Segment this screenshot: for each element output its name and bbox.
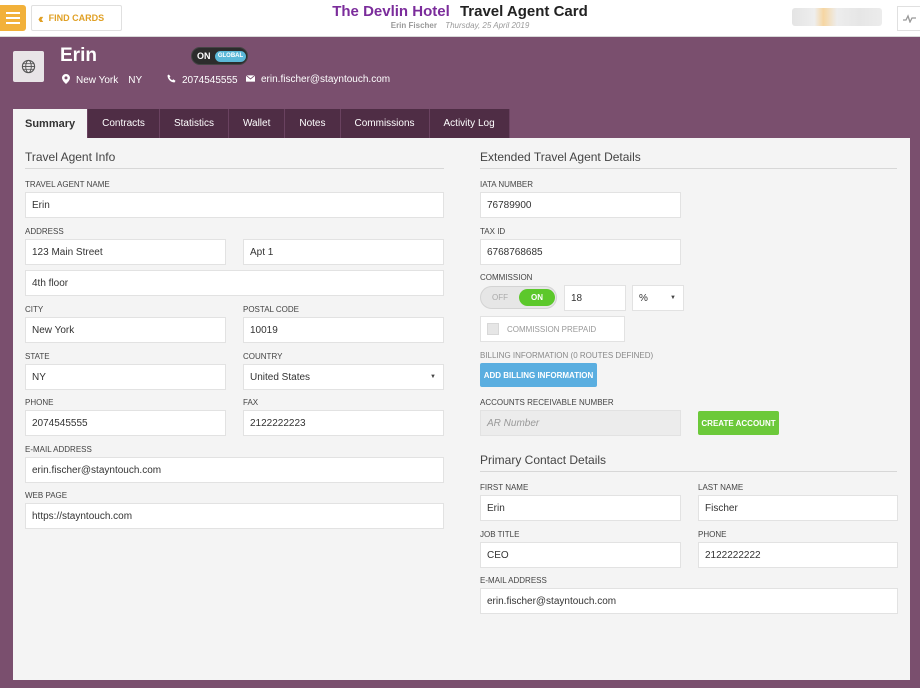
find-cards-button[interactable]: ‹‹ FIND CARDS bbox=[31, 5, 122, 31]
add-billing-info-button[interactable]: ADD BILLING INFORMATION bbox=[480, 363, 597, 387]
user-profile-area[interactable] bbox=[792, 8, 882, 26]
tab-commissions[interactable]: Commissions bbox=[340, 109, 430, 138]
top-bar: ‹‹ FIND CARDS The Devlin Hotel Travel Ag… bbox=[0, 0, 920, 37]
tab-contracts[interactable]: Contracts bbox=[88, 109, 160, 138]
commission-toggle[interactable]: OFF ON bbox=[480, 286, 557, 309]
hotel-name: The Devlin Hotel bbox=[332, 3, 450, 20]
tab-notes[interactable]: Notes bbox=[285, 109, 341, 138]
address-line1-input[interactable]: 123 Main Street bbox=[25, 239, 226, 265]
header-phone: 2074545555 bbox=[167, 74, 238, 86]
ar-number-input[interactable]: AR Number bbox=[480, 410, 681, 436]
phone-input[interactable]: 2074545555 bbox=[25, 410, 226, 436]
last-name-label: LAST NAME bbox=[698, 483, 744, 492]
city-label: CITY bbox=[25, 305, 44, 314]
toggle-global-label: GLOBAL bbox=[215, 51, 246, 62]
user-name: Erin Fischer bbox=[390, 21, 437, 30]
caret-down-icon: ▼ bbox=[430, 374, 436, 380]
state-label: STATE bbox=[25, 352, 50, 361]
header-city: New York bbox=[76, 75, 119, 86]
tax-id-input[interactable]: 6768768685 bbox=[480, 239, 681, 265]
fax-label: FAX bbox=[243, 398, 259, 407]
commission-unit-value: % bbox=[639, 292, 648, 304]
header-location: New York NY bbox=[62, 74, 142, 87]
find-cards-label: FIND CARDS bbox=[48, 13, 105, 23]
primary-contact-title: Primary Contact Details bbox=[480, 453, 897, 472]
first-name-input[interactable]: Erin bbox=[480, 495, 681, 521]
globe-icon bbox=[13, 51, 44, 82]
checkbox-icon bbox=[487, 323, 499, 335]
phone-icon bbox=[167, 74, 176, 86]
tab-wallet[interactable]: Wallet bbox=[228, 109, 286, 138]
address-line2-input[interactable]: Apt 1 bbox=[243, 239, 444, 265]
job-title-input[interactable]: CEO bbox=[480, 542, 681, 568]
location-pin-icon bbox=[62, 74, 70, 87]
commission-unit-select[interactable]: % ▼ bbox=[632, 285, 684, 311]
billing-info-label: BILLING INFORMATION (0 ROUTES DEFINED) bbox=[480, 351, 654, 360]
iata-label: IATA NUMBER bbox=[480, 180, 534, 189]
commission-on-label: ON bbox=[519, 289, 555, 306]
header-email-address: erin.fischer@stayntouch.com bbox=[261, 74, 391, 85]
header-state: NY bbox=[128, 75, 143, 86]
email-label: E-MAIL ADDRESS bbox=[25, 445, 92, 454]
web-page-label: WEB PAGE bbox=[25, 491, 68, 500]
ar-number-label: ACCOUNTS RECEIVABLE NUMBER bbox=[480, 398, 614, 407]
global-toggle[interactable]: ON GLOBAL bbox=[191, 47, 248, 65]
tab-summary[interactable]: Summary bbox=[13, 109, 89, 138]
postal-code-label: POSTAL CODE bbox=[243, 305, 300, 314]
contact-email-input[interactable]: erin.fischer@stayntouch.com bbox=[480, 588, 898, 614]
toggle-on-label: ON bbox=[197, 51, 211, 61]
web-page-input[interactable]: https://stayntouch.com bbox=[25, 503, 444, 529]
address-label: ADDRESS bbox=[25, 227, 64, 236]
travel-agent-name-label: TRAVEL AGENT NAME bbox=[25, 180, 110, 189]
phone-label: PHONE bbox=[25, 398, 54, 407]
commission-label: COMMISSION bbox=[480, 273, 533, 282]
commission-value-input[interactable]: 18 bbox=[564, 285, 626, 311]
summary-panel: Travel Agent Info TRAVEL AGENT NAME Erin… bbox=[13, 138, 910, 680]
contact-email-label: E-MAIL ADDRESS bbox=[480, 576, 547, 585]
card-title: Travel Agent Card bbox=[459, 3, 588, 20]
country-value: United States bbox=[250, 371, 311, 383]
commission-off-label: OFF bbox=[492, 293, 508, 302]
business-date: Thursday, 25 April 2019 bbox=[445, 21, 530, 30]
commission-prepaid-label: COMMISSION PREPAID bbox=[507, 324, 597, 334]
fax-input[interactable]: 2122222223 bbox=[243, 410, 444, 436]
agent-name: Erin bbox=[60, 45, 97, 66]
iata-input[interactable]: 76789900 bbox=[480, 192, 681, 218]
email-input[interactable]: erin.fischer@stayntouch.com bbox=[25, 457, 444, 483]
create-account-button[interactable]: CREATE ACCOUNT bbox=[698, 411, 779, 435]
commission-prepaid-checkbox[interactable]: COMMISSION PREPAID bbox=[480, 316, 625, 342]
tab-statistics[interactable]: Statistics bbox=[159, 109, 229, 138]
header-email: erin.fischer@stayntouch.com bbox=[245, 74, 391, 85]
envelope-icon bbox=[245, 74, 256, 85]
hamburger-icon bbox=[6, 12, 20, 14]
page-title: The Devlin Hotel Travel Agent Card Erin … bbox=[300, 3, 620, 30]
contact-phone-input[interactable]: 2122222222 bbox=[698, 542, 898, 568]
state-input[interactable]: NY bbox=[25, 364, 226, 390]
tax-id-label: TAX ID bbox=[480, 227, 506, 236]
extended-details-title: Extended Travel Agent Details bbox=[480, 150, 897, 169]
country-select[interactable]: United States ▼ bbox=[243, 364, 444, 390]
city-input[interactable]: New York bbox=[25, 317, 226, 343]
address-line3-input[interactable]: 4th floor bbox=[25, 270, 444, 296]
tab-bar: Summary Contracts Statistics Wallet Note… bbox=[13, 109, 510, 138]
contact-phone-label: PHONE bbox=[698, 530, 727, 539]
first-name-label: FIRST NAME bbox=[480, 483, 529, 492]
caret-down-icon: ▼ bbox=[670, 295, 676, 301]
double-chevron-left-icon: ‹‹ bbox=[38, 10, 43, 26]
tab-activity-log[interactable]: Activity Log bbox=[429, 109, 510, 138]
last-name-input[interactable]: Fischer bbox=[698, 495, 898, 521]
country-label: COUNTRY bbox=[243, 352, 283, 361]
travel-agent-info-title: Travel Agent Info bbox=[25, 150, 444, 169]
header-phone-number: 2074545555 bbox=[182, 74, 238, 86]
activity-button[interactable] bbox=[897, 6, 920, 31]
postal-code-input[interactable]: 10019 bbox=[243, 317, 444, 343]
pulse-icon bbox=[902, 14, 916, 23]
travel-agent-name-input[interactable]: Erin bbox=[25, 192, 444, 218]
menu-button[interactable] bbox=[0, 5, 26, 31]
job-title-label: JOB TITLE bbox=[480, 530, 520, 539]
